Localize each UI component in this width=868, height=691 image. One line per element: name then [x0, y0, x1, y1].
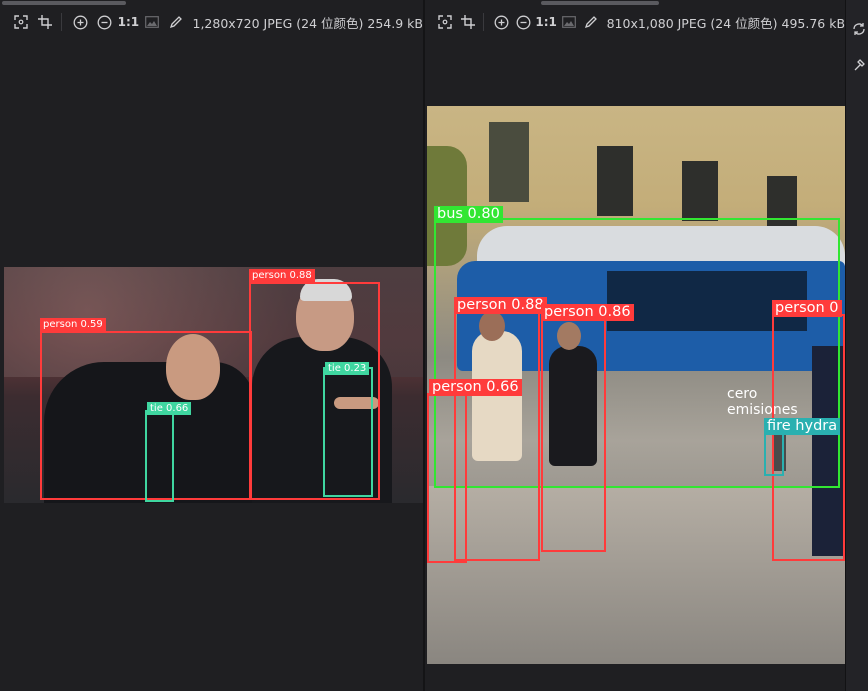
left-toolbar: 1:1 1,280x720 JPEG (24 位颜色) 254.9 kB — [0, 8, 423, 36]
zoom-in-icon[interactable] — [68, 9, 92, 35]
settings-icon[interactable] — [852, 58, 866, 72]
bbox-label: tie 0.23 — [325, 362, 370, 375]
image-icon[interactable] — [557, 9, 580, 35]
right-toolbar: 1:1 810x1,080 JPEG (24 位颜色) 495.76 kB — [425, 8, 845, 36]
side-panel — [845, 0, 868, 691]
bbox-label: tie 0.66 — [147, 402, 192, 415]
fit-screen-icon[interactable] — [434, 9, 457, 35]
building-window — [489, 122, 529, 202]
crop-icon[interactable] — [33, 9, 57, 35]
horizontal-scrollbar[interactable] — [2, 1, 126, 5]
bbox-tie: tie 0.66 — [145, 402, 192, 502]
zoom-out-icon[interactable] — [512, 9, 535, 35]
crop-icon[interactable] — [456, 9, 479, 35]
toolbar-divider — [482, 13, 484, 31]
bbox-fire-hydrant: fire hydra — [764, 418, 841, 476]
zoom-out-icon[interactable] — [92, 9, 116, 35]
file-info: 1,280x720 JPEG (24 位颜色) 254.9 kB — [192, 15, 423, 31]
building-window — [597, 146, 633, 216]
zoom-in-icon[interactable] — [490, 9, 513, 35]
pencil-icon[interactable] — [164, 9, 188, 35]
bbox-label: person 0.59 — [40, 318, 106, 331]
image-icon[interactable] — [140, 9, 164, 35]
bbox-label: person 0 — [772, 300, 842, 317]
bbox-label: fire hydra — [764, 418, 841, 435]
actual-size-button[interactable]: 1:1 — [535, 15, 558, 29]
bbox-label: person 0.66 — [429, 379, 522, 396]
toolbar-divider — [61, 13, 63, 31]
file-info: 810x1,080 JPEG (24 位颜色) 495.76 kB — [606, 15, 845, 31]
bbox-person: person 0.86 — [541, 304, 634, 552]
bbox-person: person 0.66 — [427, 379, 522, 563]
fit-screen-icon[interactable] — [9, 9, 33, 35]
bbox-label: bus 0.80 — [434, 206, 503, 223]
bbox-tie: tie 0.23 — [323, 362, 373, 497]
actual-size-button[interactable]: 1:1 — [116, 15, 140, 29]
bbox-label: person 0.86 — [541, 304, 634, 321]
building-window — [682, 161, 718, 221]
pencil-icon[interactable] — [580, 9, 603, 35]
right-image-viewer: 1:1 810x1,080 JPEG (24 位颜色) 495.76 kB ce… — [425, 0, 845, 691]
bbox-label: person 0.88 — [454, 297, 547, 314]
bbox-label: person 0.88 — [249, 269, 315, 282]
horizontal-scrollbar[interactable] — [541, 1, 659, 5]
sync-icon[interactable] — [852, 22, 866, 36]
left-image-viewer: 1:1 1,280x720 JPEG (24 位颜色) 254.9 kB per… — [0, 0, 423, 691]
